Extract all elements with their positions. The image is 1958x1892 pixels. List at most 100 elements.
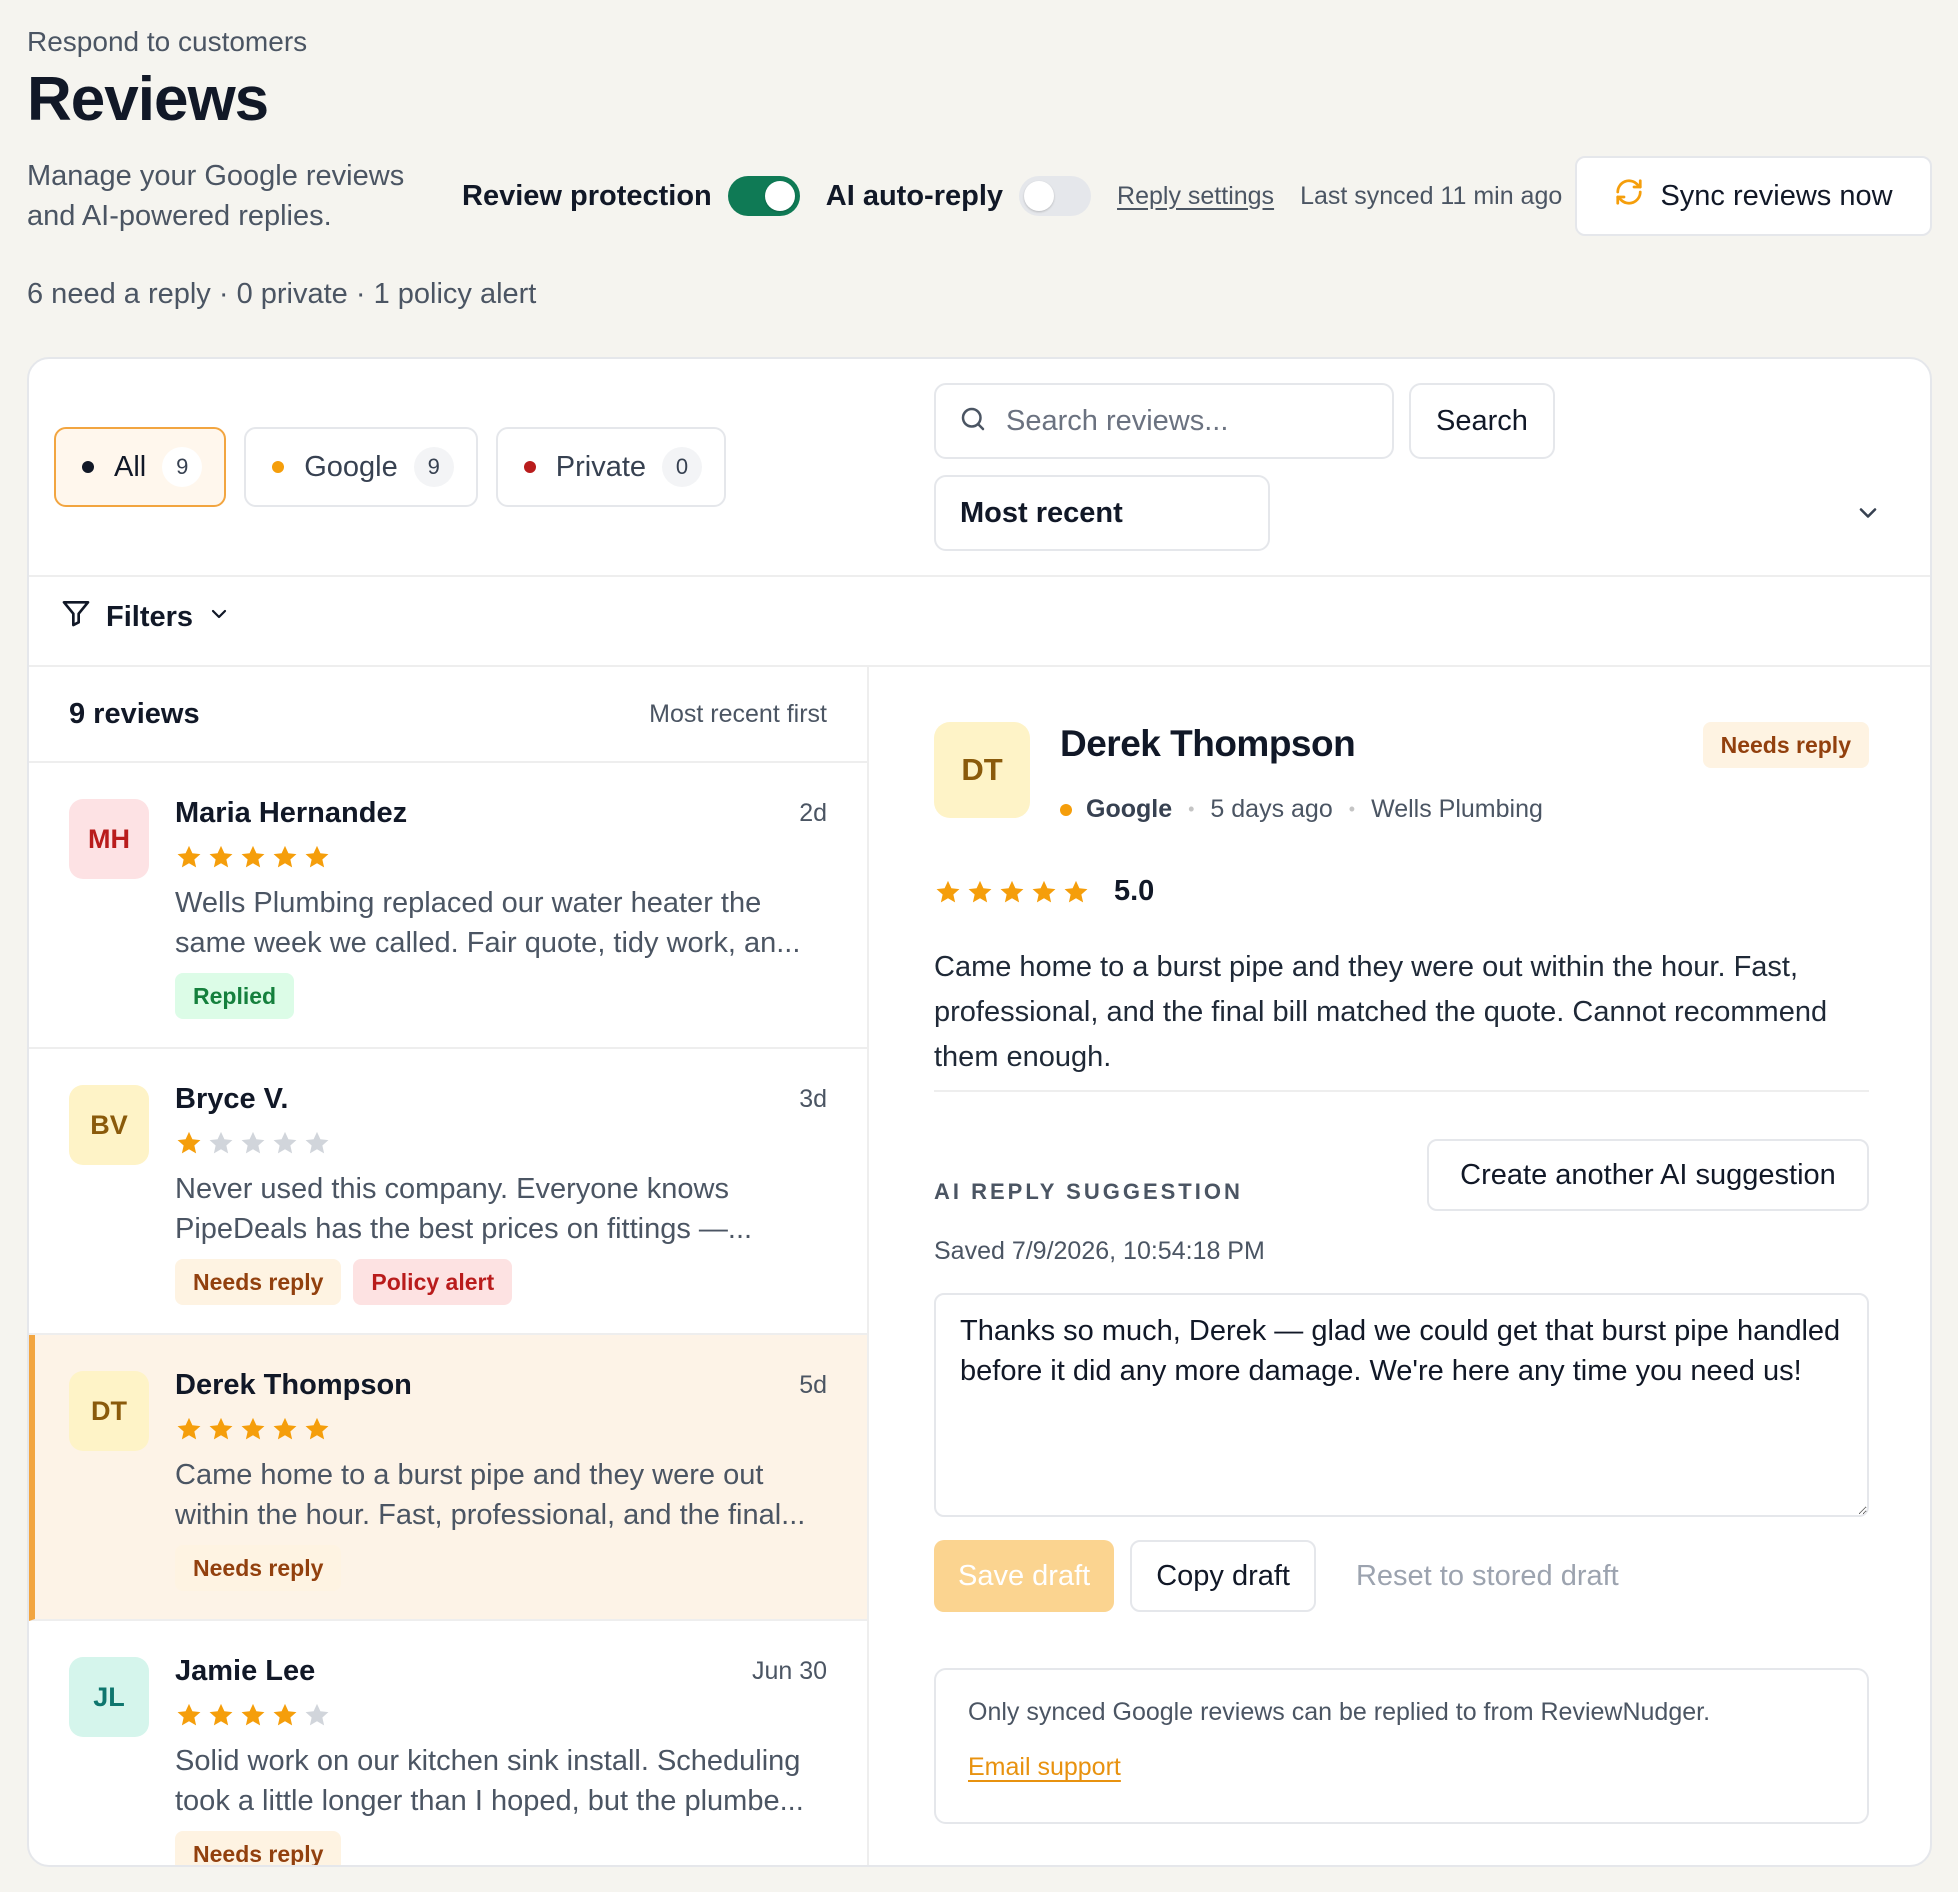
- star-filled-icon: [966, 878, 994, 906]
- tab-count: 0: [662, 447, 703, 487]
- tab-all[interactable]: All 9: [54, 427, 227, 507]
- google-dot-icon: [1060, 803, 1072, 816]
- reset-draft-button[interactable]: Reset to stored draft: [1332, 1540, 1643, 1612]
- status-badge: Needs reply: [175, 1545, 342, 1591]
- review-protection-toggle[interactable]: [727, 176, 800, 216]
- tab-private[interactable]: Private 0: [495, 427, 727, 507]
- review-time: 5 days ago: [1210, 795, 1333, 823]
- reviewer-name: Maria Hernandez: [175, 797, 408, 829]
- review-badges: Needs reply: [175, 1831, 342, 1865]
- chevron-down-icon: [207, 601, 231, 634]
- review-row[interactable]: DT Derek Thompson 5d Came home to a burst p…: [29, 1335, 867, 1621]
- save-draft-button[interactable]: Save draft: [934, 1540, 1115, 1612]
- meta-separator: •: [1348, 799, 1356, 819]
- filters-toggle[interactable]: Filters: [60, 597, 231, 637]
- ai-reply-heading: AI REPLY SUGGESTION: [934, 1179, 1243, 1204]
- toggle-knob: [1024, 181, 1055, 211]
- review-badges: Needs reply: [175, 1545, 342, 1591]
- star-filled-icon: [998, 878, 1026, 906]
- rating-score: 5.0: [1114, 875, 1155, 907]
- avatar: DT: [69, 1371, 149, 1451]
- star-rating: [175, 1129, 331, 1157]
- avatar: MH: [69, 799, 149, 879]
- tab-label: Private: [555, 450, 647, 483]
- star-filled-icon: [175, 1415, 203, 1443]
- search-field[interactable]: [934, 383, 1394, 459]
- review-list: 9 reviews Most recent first MH Maria Hern…: [29, 667, 869, 1865]
- saved-timestamp: Saved 7/9/2026, 10:54:18 PM: [934, 1237, 1265, 1265]
- tab-label: All: [114, 450, 147, 483]
- star-rating: [175, 1415, 331, 1443]
- star-filled-icon: [207, 1701, 235, 1729]
- reviewer-name: Derek Thompson: [1060, 723, 1356, 764]
- sync-button-label: Sync reviews now: [1660, 179, 1893, 212]
- review-badges: Replied: [175, 973, 295, 1019]
- star-filled-icon: [1030, 878, 1058, 906]
- source-tabs: All 9 Google 9 Private 0: [54, 427, 727, 507]
- ai-auto-reply-toggle[interactable]: [1019, 176, 1092, 216]
- star-rating: [934, 878, 1090, 906]
- divider: [934, 1090, 1869, 1092]
- filters-label: Filters: [106, 600, 194, 633]
- reviewer-name: Bryce V.: [175, 1083, 289, 1115]
- header-controls: Review protection AI auto-reply Reply se…: [462, 156, 1562, 236]
- chevron-down-icon[interactable]: [1854, 499, 1882, 532]
- review-badges: Needs reply Policy alert: [175, 1259, 513, 1305]
- search-icon: [958, 404, 988, 439]
- review-row[interactable]: MH Maria Hernandez 2d Wells Plumbing replac…: [29, 763, 867, 1049]
- meta-separator: •: [1188, 799, 1195, 819]
- notice-text: Only synced Google reviews can be replie…: [968, 1698, 1711, 1726]
- star-filled-icon: [207, 1415, 235, 1443]
- toggle-knob: [764, 181, 795, 211]
- sync-reviews-button[interactable]: Sync reviews now: [1575, 156, 1932, 236]
- star-filled-icon: [239, 843, 267, 871]
- reply-settings-link[interactable]: Reply settings: [1117, 182, 1274, 211]
- review-row[interactable]: JL Jamie Lee Jun 30 Solid work on our kitch…: [29, 1621, 867, 1865]
- star-filled-icon: [934, 878, 962, 906]
- star-filled-icon: [271, 843, 299, 871]
- star-filled-icon: [175, 1129, 203, 1157]
- review-rows: MH Maria Hernandez 2d Wells Plumbing replac…: [29, 763, 867, 1865]
- status-badge: Policy alert: [353, 1259, 513, 1305]
- star-filled-icon: [303, 843, 331, 871]
- copy-draft-button[interactable]: Copy draft: [1130, 1540, 1316, 1612]
- review-date: 5d: [799, 1371, 827, 1399]
- sort-select[interactable]: Most recent: [934, 475, 1270, 551]
- star-filled-icon: [271, 1701, 299, 1729]
- review-snippet: Wells Plumbing replaced our water heater…: [175, 887, 801, 959]
- search-button[interactable]: Search: [1409, 383, 1555, 459]
- tab-dot-icon: [82, 461, 94, 473]
- page-subtitle: Manage your Google reviews and AI-powere…: [27, 160, 405, 232]
- page-eyebrow: Respond to customers: [27, 26, 308, 57]
- search-input[interactable]: [1006, 404, 1366, 438]
- tab-count: 9: [162, 447, 203, 487]
- review-protection-label: Review protection: [462, 179, 712, 212]
- star-filled-icon: [271, 1415, 299, 1443]
- star-empty-icon: [303, 1129, 331, 1157]
- email-support-link[interactable]: Email support: [968, 1753, 1121, 1782]
- tab-google[interactable]: Google 9: [244, 427, 478, 507]
- tab-label: Google: [304, 450, 398, 483]
- list-sort-label: Most recent first: [649, 699, 827, 728]
- star-empty-icon: [271, 1129, 299, 1157]
- reply-textarea[interactable]: Thanks so much, Derek — glad we could ge…: [934, 1293, 1869, 1517]
- reviewer-name: Derek Thompson: [175, 1369, 412, 1401]
- reply-actions: Save draft Copy draft Reset to stored dr…: [934, 1540, 1643, 1612]
- star-rating: [175, 1701, 331, 1729]
- star-filled-icon: [207, 843, 235, 871]
- review-count: 9 reviews: [69, 697, 200, 730]
- star-filled-icon: [175, 1701, 203, 1729]
- review-date: 3d: [799, 1085, 827, 1113]
- ai-auto-reply-label: AI auto-reply: [825, 179, 1004, 212]
- create-ai-suggestion-button[interactable]: Create another AI suggestion: [1427, 1139, 1869, 1211]
- page-title: Reviews: [27, 65, 269, 134]
- review-snippet: Never used this company. Everyone knows …: [175, 1173, 753, 1245]
- review-date: Jun 30: [751, 1657, 827, 1685]
- status-badge: Needs reply: [175, 1259, 342, 1305]
- avatar: JL: [69, 1657, 149, 1737]
- detail-rating: 5.0: [934, 875, 1154, 908]
- star-empty-icon: [303, 1701, 331, 1729]
- review-row[interactable]: BV Bryce V. 3d Never used this company. Eve…: [29, 1049, 867, 1335]
- status-badge: Needs reply: [175, 1831, 342, 1865]
- review-summary: 6 need a reply · 0 private · 1 policy al…: [27, 278, 537, 310]
